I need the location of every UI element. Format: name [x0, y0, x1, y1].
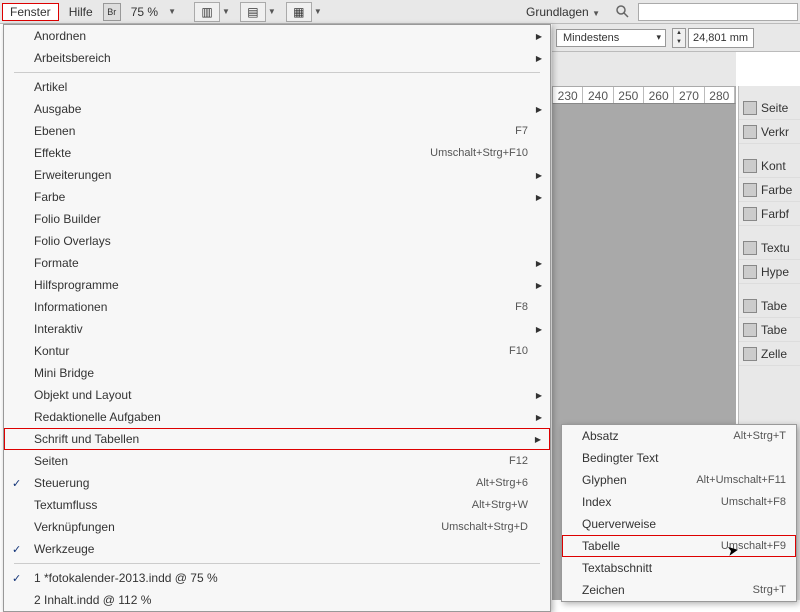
swatches-icon [743, 207, 757, 221]
submenu-arrow-icon: ▶ [536, 193, 542, 202]
zoom-level[interactable]: 75 % [123, 5, 166, 19]
mouse-cursor-icon: ➤ [726, 541, 741, 560]
color-icon [743, 183, 757, 197]
mi-formate[interactable]: Formate▶ [4, 252, 550, 274]
spacing-combo[interactable]: Mindestens [556, 29, 666, 47]
horizontal-ruler: 230 240 250 260 270 280 [552, 86, 736, 104]
smi-glyphen[interactable]: GlyphenAlt+Umschalt+F11 [562, 469, 796, 491]
mi-erweiterungen[interactable]: Erweiterungen▶ [4, 164, 550, 186]
submenu-arrow-icon: ▶ [536, 413, 542, 422]
mi-ebenen[interactable]: EbenenF7 [4, 120, 550, 142]
submenu-arrow-icon: ▶ [536, 171, 542, 180]
panel-textumfluss[interactable]: Textu [739, 236, 800, 260]
search-icon[interactable] [614, 3, 632, 21]
mi-redaktionell[interactable]: Redaktionelle Aufgaben▶ [4, 406, 550, 428]
mi-steuerung[interactable]: ✓SteuerungAlt+Strg+6 [4, 472, 550, 494]
smi-querverweise[interactable]: Querverweise [562, 513, 796, 535]
submenu-arrow-icon: ▶ [536, 325, 542, 334]
stepper-field[interactable]: 24,801 mm [688, 28, 754, 48]
links-icon [743, 125, 757, 139]
mi-artikel[interactable]: Artikel [4, 76, 550, 98]
submenu-arrow-icon: ▶ [536, 391, 542, 400]
panel-farbe[interactable]: Farbe [739, 178, 800, 202]
submenu-arrow-icon: ▶ [536, 259, 542, 268]
mi-farbe[interactable]: Farbe▶ [4, 186, 550, 208]
screen-mode-button[interactable]: ▥ [194, 2, 220, 22]
panel-kontur[interactable]: Kont [739, 154, 800, 178]
panel-zellenformate[interactable]: Zelle [739, 342, 800, 366]
cellstyle-icon [743, 347, 757, 361]
mi-hilfsprogramme[interactable]: Hilfsprogramme▶ [4, 274, 550, 296]
mi-informationen[interactable]: InformationenF8 [4, 296, 550, 318]
menu-separator [14, 72, 540, 73]
workspace-selector[interactable]: Grundlagen ▼ [518, 5, 608, 19]
submenu-arrow-icon: ▶ [536, 281, 542, 290]
schrift-tabellen-submenu: AbsatzAlt+Strg+T Bedingter Text GlyphenA… [561, 424, 797, 602]
mi-foliobuilder[interactable]: Folio Builder [4, 208, 550, 230]
mi-anordnen[interactable]: Anordnen▶ [4, 25, 550, 47]
pages-icon [743, 101, 757, 115]
smi-tabelle[interactable]: TabelleUmschalt+F9 [562, 535, 796, 557]
smi-textabschnitt[interactable]: Textabschnitt [562, 557, 796, 579]
textwrap-icon [743, 241, 757, 255]
tablestyle-icon [743, 323, 757, 337]
search-input[interactable] [638, 3, 798, 21]
submenu-arrow-icon: ▶ [535, 435, 541, 444]
mi-doc2[interactable]: 2 Inhalt.indd @ 112 % [4, 589, 550, 611]
hyperlink-icon [743, 265, 757, 279]
fenster-menu: Anordnen▶ Arbeitsbereich▶ Artikel Ausgab… [3, 24, 551, 612]
control-bar: Mindestens ▲▼ 24,801 mm [552, 24, 800, 52]
menu-fenster[interactable]: Fenster [2, 3, 59, 21]
mi-kontur[interactable]: KonturF10 [4, 340, 550, 362]
panel-hyperlinks[interactable]: Hype [739, 260, 800, 284]
stroke-icon [743, 159, 757, 173]
mi-schrift-tabellen[interactable]: Schrift und Tabellen▶ [4, 428, 550, 450]
stepper-buttons[interactable]: ▲▼ [672, 28, 686, 48]
panel-verknuepfungen[interactable]: Verkr [739, 120, 800, 144]
mi-doc1[interactable]: ✓1 *fotokalender-2013.indd @ 75 % [4, 567, 550, 589]
mi-effekte[interactable]: EffekteUmschalt+Strg+F10 [4, 142, 550, 164]
mi-verknuepfungen[interactable]: VerknüpfungenUmschalt+Strg+D [4, 516, 550, 538]
submenu-arrow-icon: ▶ [536, 32, 542, 41]
mi-interaktiv[interactable]: Interaktiv▶ [4, 318, 550, 340]
dropdown-icon[interactable]: ▼ [268, 7, 276, 16]
mi-werkzeuge[interactable]: ✓Werkzeuge [4, 538, 550, 560]
zoom-dropdown-icon[interactable]: ▼ [168, 7, 176, 16]
menu-hilfe[interactable]: Hilfe [61, 3, 101, 21]
bridge-icon[interactable]: Br [103, 3, 121, 21]
mi-seiten[interactable]: SeitenF12 [4, 450, 550, 472]
table-icon [743, 299, 757, 313]
menu-separator [14, 563, 540, 564]
mi-minibridge[interactable]: Mini Bridge [4, 362, 550, 384]
smi-absatz[interactable]: AbsatzAlt+Strg+T [562, 425, 796, 447]
view-options-button[interactable]: ▦ [286, 2, 312, 22]
arrange-button[interactable]: ▤ [240, 2, 266, 22]
dropdown-icon[interactable]: ▼ [222, 7, 230, 16]
field-stepper: ▲▼ 24,801 mm [672, 28, 754, 48]
check-icon: ✓ [12, 477, 21, 490]
submenu-arrow-icon: ▶ [536, 54, 542, 63]
smi-bedingter-text[interactable]: Bedingter Text [562, 447, 796, 469]
check-icon: ✓ [12, 572, 21, 585]
mi-foliooverlays[interactable]: Folio Overlays [4, 230, 550, 252]
mi-arbeitsbereich[interactable]: Arbeitsbereich▶ [4, 47, 550, 69]
mi-textumfluss[interactable]: TextumflussAlt+Strg+W [4, 494, 550, 516]
mi-objektlayout[interactable]: Objekt und Layout▶ [4, 384, 550, 406]
panel-seiten[interactable]: Seite [739, 96, 800, 120]
smi-zeichen[interactable]: ZeichenStrg+T [562, 579, 796, 601]
dropdown-icon[interactable]: ▼ [314, 7, 322, 16]
smi-index[interactable]: IndexUmschalt+F8 [562, 491, 796, 513]
panel-farbfelder[interactable]: Farbf [739, 202, 800, 226]
check-icon: ✓ [12, 543, 21, 556]
mi-ausgabe[interactable]: Ausgabe▶ [4, 98, 550, 120]
top-menubar: Fenster Hilfe Br 75 % ▼ ▥ ▼ ▤ ▼ ▦ ▼ Grun… [0, 0, 800, 24]
panel-tabelle[interactable]: Tabe [739, 294, 800, 318]
panel-tabellenformate[interactable]: Tabe [739, 318, 800, 342]
submenu-arrow-icon: ▶ [536, 105, 542, 114]
secondary-bar-area [552, 52, 736, 86]
